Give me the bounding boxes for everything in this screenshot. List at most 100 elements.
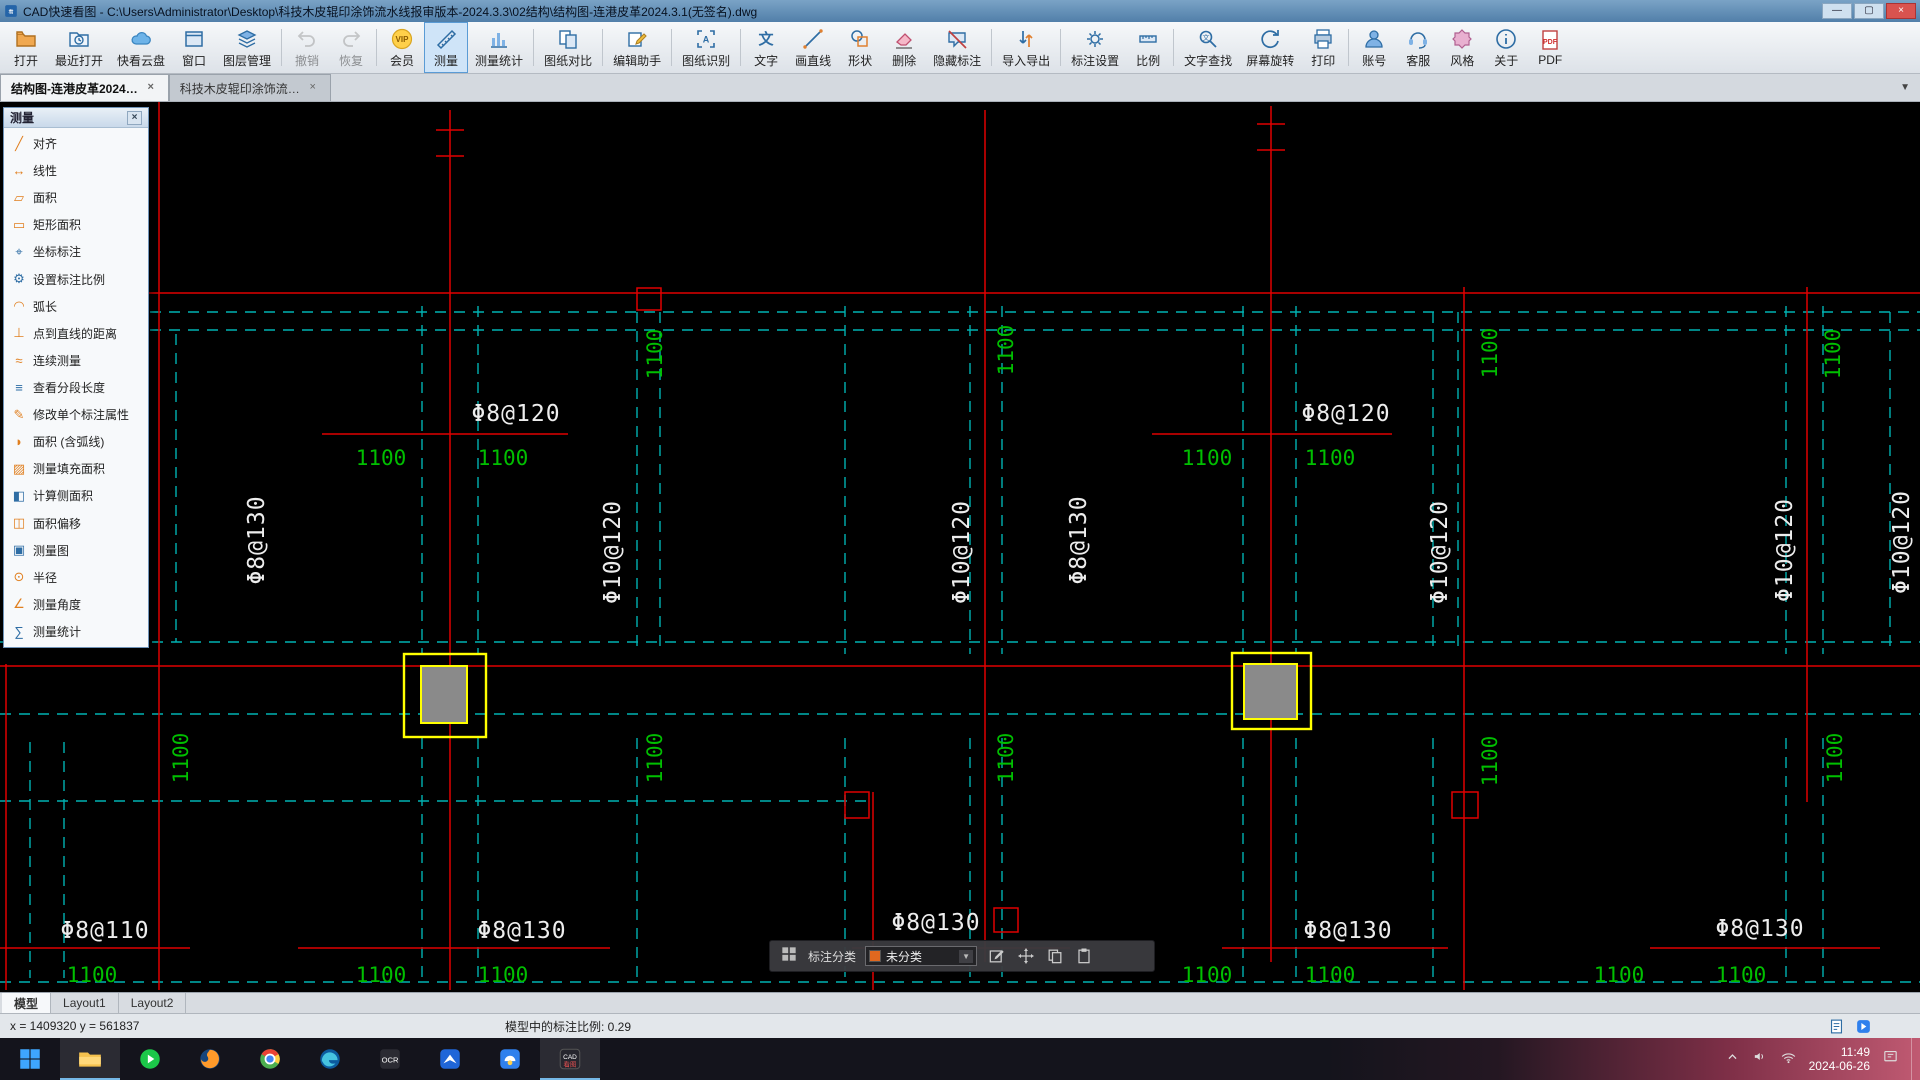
angle-icon: ∠	[13, 596, 25, 612]
copy-annotation-button[interactable]	[1044, 945, 1066, 967]
maximize-button[interactable]: ▢	[1854, 3, 1884, 19]
action-center-icon[interactable]	[1882, 1048, 1899, 1070]
toolbar-button-print[interactable]: 打印	[1301, 22, 1345, 73]
measure-tool-stats[interactable]: ∑ 测量统计	[4, 618, 148, 645]
toolbar-button-scale[interactable]: 比例	[1126, 22, 1170, 73]
toolbar-button-service[interactable]: 客服	[1396, 22, 1440, 73]
ab-edit-icon	[989, 950, 1004, 963]
taskbar-cad-viewer-button[interactable]: CAD 看图	[540, 1038, 600, 1080]
category-selected-value: 未分类	[886, 949, 923, 964]
measure-tool-modify[interactable]: ✎ 修改单个标注属性	[4, 401, 148, 428]
measure-tool-set-scale[interactable]: ⚙ 设置标注比例	[4, 266, 148, 293]
toolbar-button-find-text[interactable]: 文文字查找	[1177, 22, 1239, 73]
toolbar-button-delete[interactable]: 删除	[882, 22, 926, 73]
toolbar-button-text[interactable]: 文文字	[744, 22, 788, 73]
toolbar-button-measure-stats[interactable]: 测量统计	[468, 22, 530, 73]
taskbar-clock[interactable]: 11:49 2024-06-26	[1809, 1045, 1870, 1073]
taskbar-chrome-button[interactable]	[240, 1038, 300, 1080]
measure-tool-arc-length[interactable]: ◠ 弧长	[4, 293, 148, 320]
doc-tab-1[interactable]: 结构图-连港皮革2024… ×	[0, 74, 169, 101]
toolbar-button-measure[interactable]: 测量	[424, 22, 469, 73]
toolbar-button-recent[interactable]: 最近打开	[48, 22, 110, 73]
measure-tool-rect-area[interactable]: ▭ 矩形面积	[4, 211, 148, 238]
toolbar-button-recognize[interactable]: A 图纸识别	[675, 22, 737, 73]
measure-tool-label: 修改单个标注属性	[33, 408, 130, 423]
notes-icon[interactable]	[1828, 1018, 1845, 1035]
measure-tool-measure-pic[interactable]: ▣ 测量图	[4, 537, 148, 564]
minimize-button[interactable]: —	[1822, 3, 1852, 19]
toolbar-button-redo[interactable]: 恢复	[329, 22, 373, 73]
measure-tool-segments[interactable]: ≡ 查看分段长度	[4, 374, 148, 401]
toolbar-button-vip[interactable]: VIP 会员	[380, 22, 424, 73]
tray-volume-button[interactable]	[1752, 1048, 1769, 1070]
toolbar-button-hide-annot[interactable]: 隐藏标注	[926, 22, 988, 73]
measure-tool-coord[interactable]: ⌖ 坐标标注	[4, 238, 148, 265]
toolbar-button-annot-settings[interactable]: 标注设置	[1064, 22, 1126, 73]
toolbar-separator	[533, 29, 535, 66]
measure-tool-angle[interactable]: ∠ 测量角度	[4, 591, 148, 618]
show-desktop-button[interactable]	[1911, 1038, 1917, 1080]
measure-tool-area[interactable]: ▱ 面积	[4, 184, 148, 211]
measure-tool-label: 测量角度	[33, 597, 82, 612]
svg-text:文: 文	[759, 30, 775, 48]
toolbar-button-about[interactable]: 关于	[1484, 22, 1528, 73]
toolbar-button-pdf[interactable]: PDF PDF	[1528, 22, 1572, 73]
toolbar-button-label: 测量统计	[475, 53, 524, 68]
panel-close-button[interactable]: ×	[127, 110, 142, 125]
taskbar-start-button[interactable]	[0, 1038, 60, 1080]
edit-annotation-button[interactable]	[986, 945, 1008, 967]
measure-tool-label: 半径	[33, 570, 58, 585]
taskbar-edge-button[interactable]	[300, 1038, 360, 1080]
toolbar-button-import-export[interactable]: 导入导出	[995, 22, 1057, 73]
quick-app-icon[interactable]	[1855, 1018, 1872, 1035]
tab-close-icon[interactable]: ×	[306, 81, 320, 95]
toolbar-button-shape[interactable]: 形状	[838, 22, 882, 73]
measure-tool-linear[interactable]: ↔ 线性	[4, 157, 148, 184]
toolbar-button-style[interactable]: 风格	[1440, 22, 1484, 73]
toolbar-button-account[interactable]: 账号	[1352, 22, 1396, 73]
measure-tool-fill-area[interactable]: ▨ 测量填充面积	[4, 455, 148, 482]
toolbar-button-label: 屏幕旋转	[1246, 53, 1295, 68]
layout-tab-Layout1[interactable]: Layout1	[51, 993, 119, 1013]
toolbar-button-layers[interactable]: 图层管理	[216, 22, 278, 73]
measure-tool-side-area[interactable]: ◧ 计算侧面积	[4, 482, 148, 509]
measure-tool-radius[interactable]: ⊙ 半径	[4, 564, 148, 591]
measure-panel-titlebar[interactable]: 测量 ×	[4, 108, 148, 128]
toolbar-button-window[interactable]: 窗口	[172, 22, 216, 73]
tab-overflow-button[interactable]: ▼	[1890, 82, 1920, 93]
measure-tool-area-arc[interactable]: ◗ 面积 (含弧线)	[4, 428, 148, 455]
toolbar-button-edit-helper[interactable]: 编辑助手	[606, 22, 668, 73]
toolbar-button-undo[interactable]: 撤销	[285, 22, 329, 73]
layout-tab-Layout2[interactable]: Layout2	[119, 993, 187, 1013]
cad-canvas[interactable]: 1100 1100 1100 1100 1100 1100 1100 1100 1100 1100…	[0, 102, 1920, 992]
measure-tool-continuous[interactable]: ≈ 连续测量	[4, 347, 148, 374]
category-select[interactable]: 未分类 ▼	[865, 946, 978, 966]
point-line-icon: ⊥	[13, 325, 25, 341]
tab-close-icon[interactable]: ×	[144, 81, 158, 95]
layout-tab-模型[interactable]: 模型	[2, 993, 52, 1013]
toolbar-button-compare[interactable]: 图纸对比	[537, 22, 599, 73]
cad-dimension-text: 1100	[1181, 446, 1233, 470]
move-annotation-button[interactable]	[1015, 945, 1037, 967]
toolbar-button-rotate[interactable]: 屏幕旋转	[1239, 22, 1301, 73]
close-button[interactable]: ×	[1886, 3, 1916, 19]
taskbar-netdisk-button[interactable]	[480, 1038, 540, 1080]
tray-hidden-button[interactable]	[1724, 1048, 1741, 1070]
measure-tool-align[interactable]: ╱ 对齐	[4, 130, 148, 157]
toolbar-button-cloud[interactable]: 快看云盘	[110, 22, 172, 73]
taskbar-explorer-button[interactable]	[60, 1038, 120, 1080]
toolbar-button-line[interactable]: 画直线	[788, 22, 838, 73]
taskbar-iqiyi-button[interactable]	[120, 1038, 180, 1080]
tray-network-button[interactable]	[1780, 1048, 1797, 1070]
measure-tool-point-line[interactable]: ⊥ 点到直线的距离	[4, 320, 148, 347]
taskbar-ocr-button[interactable]: OCR	[360, 1038, 420, 1080]
taskbar-firefox-button[interactable]	[180, 1038, 240, 1080]
rotate-icon	[1261, 29, 1280, 48]
toolbar-button-open[interactable]: 打开	[4, 22, 48, 73]
window-title: CAD快速看图 - C:\Users\Administrator\Desktop…	[23, 4, 758, 19]
toolbar-button-label: PDF	[1538, 53, 1563, 67]
doc-tab-2[interactable]: 科技木皮辊印涂饰流… ×	[168, 74, 331, 101]
taskbar-blue-tool-button[interactable]	[420, 1038, 480, 1080]
paste-annotation-button[interactable]	[1073, 945, 1095, 967]
measure-tool-area-offset[interactable]: ◫ 面积偏移	[4, 510, 148, 537]
